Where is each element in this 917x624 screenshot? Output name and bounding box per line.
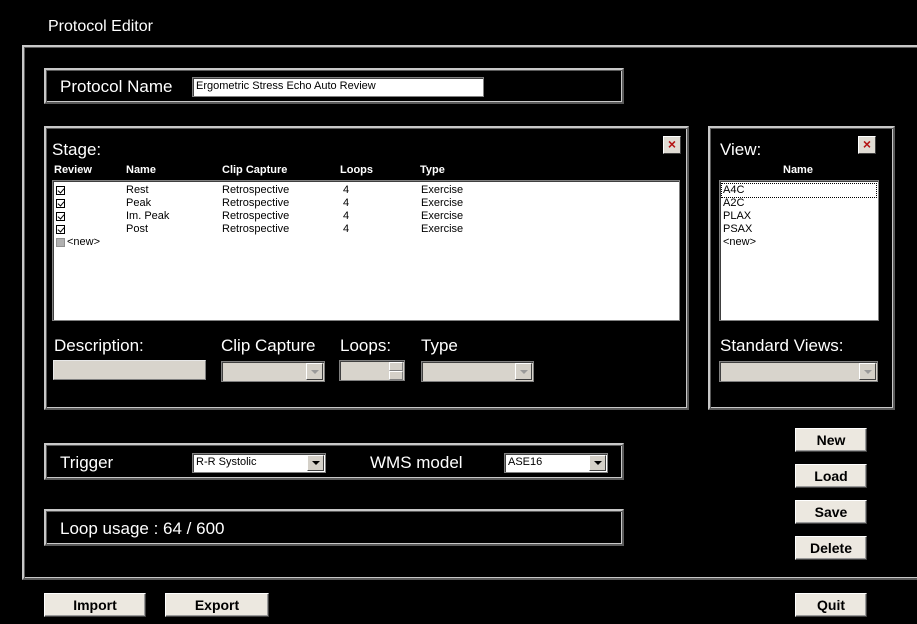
list-item-new[interactable]: <new> xyxy=(722,236,876,249)
list-item-new[interactable]: <new> xyxy=(53,236,673,249)
quit-button[interactable]: Quit xyxy=(795,593,867,617)
save-button[interactable]: Save xyxy=(795,500,867,524)
stage-header-name: Name xyxy=(126,164,156,176)
chevron-down-icon xyxy=(515,363,532,380)
loop-usage-text: Loop usage : 64 / 600 xyxy=(60,519,225,538)
wms-model-label: WMS model xyxy=(370,453,463,472)
review-checkbox[interactable] xyxy=(56,199,65,208)
stage-clip-capture: Retrospective xyxy=(222,184,290,196)
clip-capture-select[interactable] xyxy=(221,361,325,382)
chevron-down-icon xyxy=(859,363,876,380)
view-header-name: Name xyxy=(783,164,813,176)
new-stage-label: <new> xyxy=(67,236,101,248)
trigger-label: Trigger xyxy=(60,453,114,472)
stage-clip-capture: Retrospective xyxy=(222,197,290,209)
protocol-name-input[interactable]: Ergometric Stress Echo Auto Review xyxy=(192,77,484,97)
standard-views-label: Standard Views: xyxy=(720,336,844,355)
stage-loops: 4 xyxy=(343,184,350,196)
import-button[interactable]: Import xyxy=(44,593,146,617)
export-button[interactable]: Export xyxy=(165,593,269,617)
stage-label: Stage: xyxy=(52,140,102,159)
stage-header-type: Type xyxy=(420,164,445,176)
type-select[interactable] xyxy=(421,361,534,382)
table-row[interactable]: Im. Peak Retrospective 4 Exercise xyxy=(53,210,673,223)
close-icon: × xyxy=(667,136,677,152)
description-label: Description: xyxy=(54,336,144,355)
list-item[interactable]: PSAX xyxy=(722,223,876,236)
chevron-down-icon xyxy=(307,455,324,471)
stage-header-loops: Loops xyxy=(340,164,373,176)
loops-label: Loops: xyxy=(340,336,392,355)
stage-type: Exercise xyxy=(421,184,464,196)
table-row[interactable]: Peak Retrospective 4 Exercise xyxy=(53,197,673,210)
stage-name: Im. Peak xyxy=(126,210,170,222)
stage-header-review: Review xyxy=(54,164,92,176)
chevron-down-icon xyxy=(589,455,606,471)
list-item[interactable]: A2C xyxy=(722,197,876,210)
trigger-value: R-R Systolic xyxy=(196,456,257,468)
stage-type: Exercise xyxy=(421,210,464,222)
loops-stepper[interactable] xyxy=(339,360,405,381)
standard-views-select[interactable] xyxy=(719,361,878,382)
list-item[interactable]: PLAX xyxy=(722,210,876,223)
stage-type: Exercise xyxy=(421,223,464,235)
stage-name: Rest xyxy=(126,184,149,196)
review-checkbox[interactable] xyxy=(56,225,65,234)
stage-loops: 4 xyxy=(343,223,350,235)
stage-list[interactable]: Rest Retrospective 4 Exercise Peak Retro… xyxy=(52,180,680,321)
list-item[interactable]: A4C xyxy=(721,183,877,198)
stage-header-clip-capture: Clip Capture xyxy=(222,164,288,176)
stage-clip-capture: Retrospective xyxy=(222,223,290,235)
review-checkbox[interactable] xyxy=(56,212,65,221)
clip-capture-label: Clip Capture xyxy=(221,336,316,355)
stage-name: Post xyxy=(126,223,149,235)
view-label: View: xyxy=(720,140,762,159)
view-list[interactable]: A4C A2C PLAX PSAX <new> xyxy=(719,180,879,321)
review-checkbox[interactable] xyxy=(56,186,65,195)
stage-clip-capture: Retrospective xyxy=(222,210,290,222)
table-row[interactable]: Post Retrospective 4 Exercise xyxy=(53,223,673,236)
stage-loops: 4 xyxy=(343,197,350,209)
review-checkbox[interactable] xyxy=(56,238,65,247)
wms-model-value: ASE16 xyxy=(508,456,543,468)
description-input[interactable] xyxy=(53,360,206,380)
table-row[interactable]: Rest Retrospective 4 Exercise xyxy=(53,184,673,197)
delete-button[interactable]: Delete xyxy=(795,536,867,560)
wms-model-select[interactable]: ASE16 xyxy=(504,453,608,473)
chevron-down-icon xyxy=(306,363,323,380)
window-title: Protocol Editor xyxy=(48,18,153,35)
stage-type: Exercise xyxy=(421,197,464,209)
load-button[interactable]: Load xyxy=(795,464,867,488)
new-button[interactable]: New xyxy=(795,428,867,452)
protocol-name-label: Protocol Name xyxy=(60,77,173,96)
stage-loops: 4 xyxy=(343,210,350,222)
type-label: Type xyxy=(421,336,458,355)
close-icon: × xyxy=(862,136,872,152)
trigger-select[interactable]: R-R Systolic xyxy=(192,453,326,473)
stage-name: Peak xyxy=(126,197,152,209)
stage-close-button[interactable]: × xyxy=(663,136,681,154)
view-close-button[interactable]: × xyxy=(858,136,876,154)
